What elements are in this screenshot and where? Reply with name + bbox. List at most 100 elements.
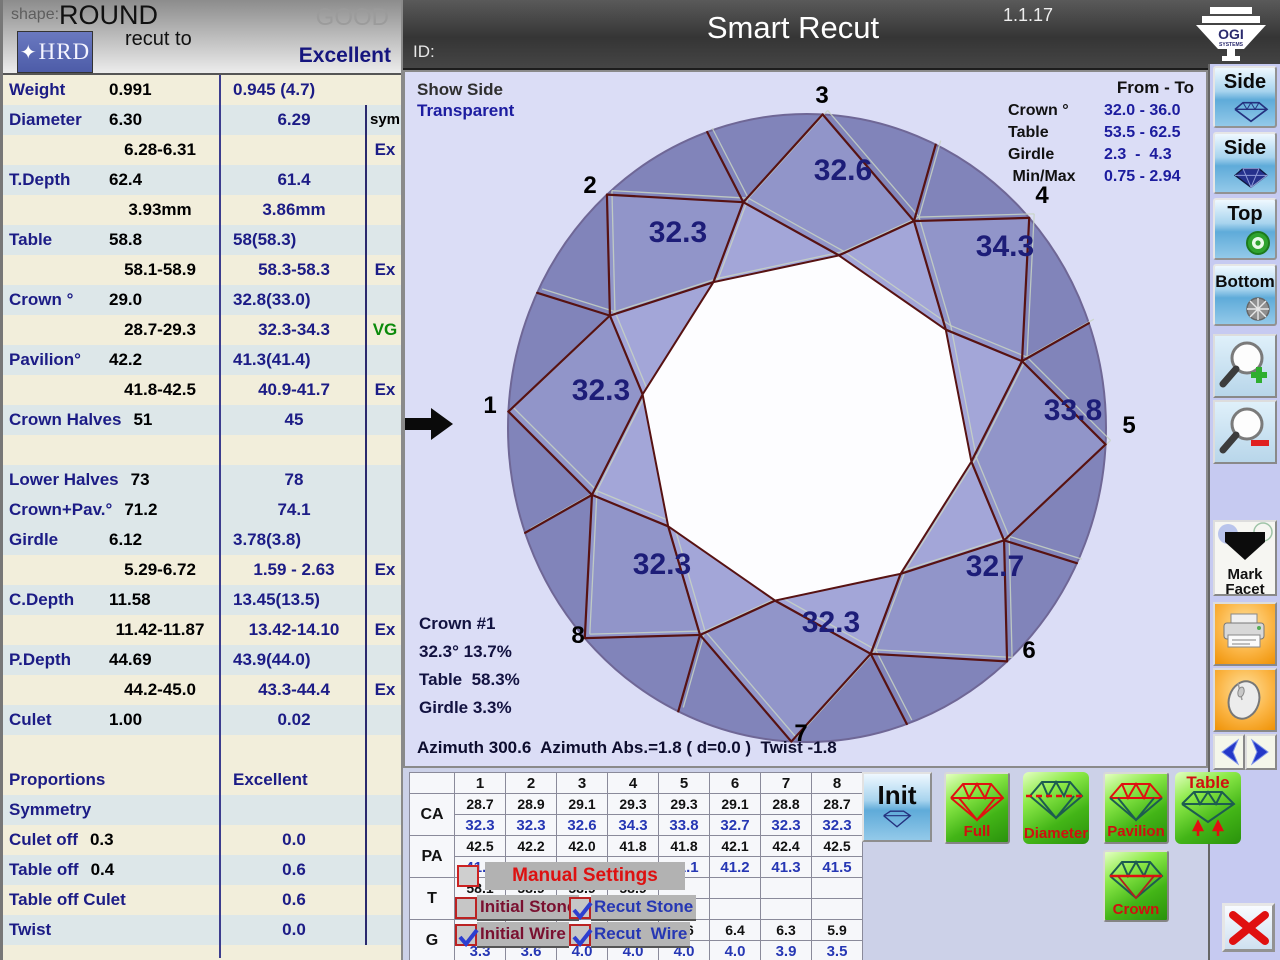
zoom-out-button[interactable] — [1213, 400, 1277, 464]
recut-value: 13.42-14.10 — [248, 620, 340, 639]
side-view-button[interactable]: Side — [1213, 66, 1277, 128]
from-to-value: 53.5 - 62.5 — [1104, 124, 1181, 141]
facet-column-header: 7 — [760, 772, 812, 794]
initial-value: 6.28-6.31 — [124, 140, 196, 159]
side-view-label: Side — [1223, 71, 1267, 93]
initial-value: 44.2-45.0 — [124, 680, 196, 699]
side-view-solid-button[interactable]: Side — [1213, 132, 1277, 194]
initial-value: 58.1-58.9 — [124, 260, 196, 279]
facet-index-number: 6 — [1022, 637, 1035, 664]
arrow-left-icon — [1221, 738, 1240, 766]
measurement-row: Crown ° 29.0 32.8(33.0) — [3, 285, 401, 315]
recut-value: 74.1 — [277, 500, 311, 519]
mouse-icon — [1227, 680, 1261, 720]
measurement-row: T.Depth 62.4 61.4 — [3, 165, 401, 195]
mouse-settings-button[interactable] — [1213, 668, 1277, 732]
recut-facet-value: 32.3 — [505, 814, 557, 836]
measurement-row: Diameter 6.30 6.29 sym — [3, 105, 401, 135]
zoom-in-button[interactable] — [1213, 334, 1277, 398]
measurement-label: Diameter — [9, 110, 82, 129]
initial-value: 58.8 — [109, 230, 143, 249]
new-grade: Excellent — [298, 44, 391, 67]
top-view-button[interactable]: Top — [1213, 198, 1277, 260]
close-button[interactable] — [1222, 903, 1275, 952]
facet-index-number: 3 — [815, 82, 828, 109]
facet-crown-angle-label: 32.6 — [814, 154, 872, 187]
previous-arrow-button[interactable] — [1213, 734, 1245, 770]
measurement-label: Proportions — [9, 770, 106, 789]
initial-facet-value: 42.2 — [505, 835, 557, 857]
measurement-label: Crown ° — [9, 290, 74, 309]
top-view-label: Top — [1227, 203, 1263, 225]
recut-full-button[interactable]: Full — [944, 772, 1010, 844]
print-button[interactable] — [1213, 602, 1277, 666]
facet-column-header: 3 — [556, 772, 608, 794]
measurement-row: Pavilion° 42.2 41.3(41.4) — [3, 345, 401, 375]
measurement-row: 6.28-6.31 Ex — [3, 135, 401, 165]
diameter-diamond-icon — [1026, 779, 1086, 820]
checkbox-checked[interactable] — [455, 924, 479, 948]
facet-column-header: 8 — [811, 772, 863, 794]
checkbox-row-initial-stone[interactable]: Initial Stone — [455, 895, 580, 921]
next-arrow-button[interactable] — [1245, 734, 1277, 770]
grade-flag: Ex — [374, 380, 396, 399]
initial-value: 62.4 — [109, 170, 143, 189]
smart-recut-app: shape: ROUND GOOD recut to Excellent ✦ H… — [0, 0, 1280, 960]
initial-value: 29.0 — [109, 290, 143, 309]
measurement-label: C.Depth — [9, 590, 75, 609]
transparent-mode-label[interactable]: Transparent — [417, 101, 514, 121]
initial-value: 73 — [130, 470, 150, 489]
initial-value: 6.12 — [109, 530, 143, 549]
measurement-row: C.Depth 11.58 13.45(13.5) — [3, 585, 401, 615]
measurement-row: 58.1-58.9 58.3-58.3 Ex — [3, 255, 401, 285]
recut-diameter-button[interactable]: Diameter — [1023, 772, 1089, 844]
recut-value: 58.3-58.3 — [258, 260, 330, 279]
checkbox-row-recut-stone[interactable]: Recut Stone — [569, 895, 697, 921]
manual-settings-label[interactable]: Manual Settings — [485, 862, 685, 890]
recut-value: 78 — [284, 470, 304, 489]
mark-facet-button[interactable]: Mark Facet — [1213, 520, 1277, 597]
checkbox-row-recut-wire[interactable]: Recut Wire — [569, 922, 691, 948]
checkbox-unchecked[interactable] — [455, 897, 477, 919]
initial-value: 42.2 — [109, 350, 143, 369]
check-icon — [572, 901, 593, 921]
recut-value: 0.0 — [282, 830, 306, 849]
checkbox-checked[interactable] — [569, 924, 593, 948]
init-button[interactable]: Init — [862, 772, 932, 842]
facet-column-header: 5 — [658, 772, 710, 794]
measurement-row: Twist 0.0 — [3, 915, 401, 945]
recut-facet-value: 4.0 — [709, 940, 761, 960]
measurement-label: Twist — [9, 920, 52, 939]
recut-facet-value: 41.5 — [811, 856, 863, 878]
initial-facet-value: 41.8 — [607, 835, 659, 857]
grade-flag: VG — [372, 320, 398, 339]
measurement-row: 41.8-42.5 40.9-41.7 Ex — [3, 375, 401, 405]
measurement-label: Table — [9, 230, 53, 249]
checkbox-row-initial-wire[interactable]: Initial Wire — [455, 922, 569, 948]
recut-crown-button[interactable]: Crown — [1103, 850, 1169, 922]
from-to-label: Girdle — [1008, 146, 1055, 163]
measurement-row — [3, 735, 401, 765]
show-side-label[interactable]: Show Side — [417, 80, 503, 100]
init-diamond-icon — [883, 810, 912, 828]
measurement-row: Crown Halves 51 45 — [3, 405, 401, 435]
zoom-out-icon — [1219, 407, 1269, 454]
recut-value: Excellent — [233, 770, 308, 789]
recut-table-button[interactable]: Table — [1175, 772, 1241, 844]
manual-settings-checkbox[interactable] — [457, 865, 479, 887]
svg-text:OGI: OGI — [1218, 26, 1244, 42]
recut-pavilion-button[interactable]: Pavilion — [1103, 772, 1169, 844]
measurement-row: Weight 0.991 0.945 (4.7) — [3, 75, 401, 105]
recut-value: 43.9(44.0) — [233, 650, 311, 669]
bottom-view-button[interactable]: Bottom — [1213, 264, 1277, 326]
from-to-label: Table — [1008, 124, 1049, 141]
old-grade: GOOD — [315, 4, 389, 31]
initial-facet-value — [760, 877, 812, 899]
diamond-viewport: 1 32.3 2 32.3 3 32.6 4 34.3 5 33.8 6 32.7 7 32.3 8 32.3… — [403, 70, 1208, 768]
checkbox-checked[interactable] — [569, 897, 593, 921]
measurement-label: Lower Halves — [9, 470, 119, 489]
side-view-solid-label: Side — [1223, 137, 1267, 159]
recut-value: 0.945 (4.7) — [233, 80, 316, 99]
full-button-label: Full — [963, 823, 991, 840]
shape-header: shape: ROUND GOOD recut to Excellent ✦ H… — [3, 0, 401, 75]
